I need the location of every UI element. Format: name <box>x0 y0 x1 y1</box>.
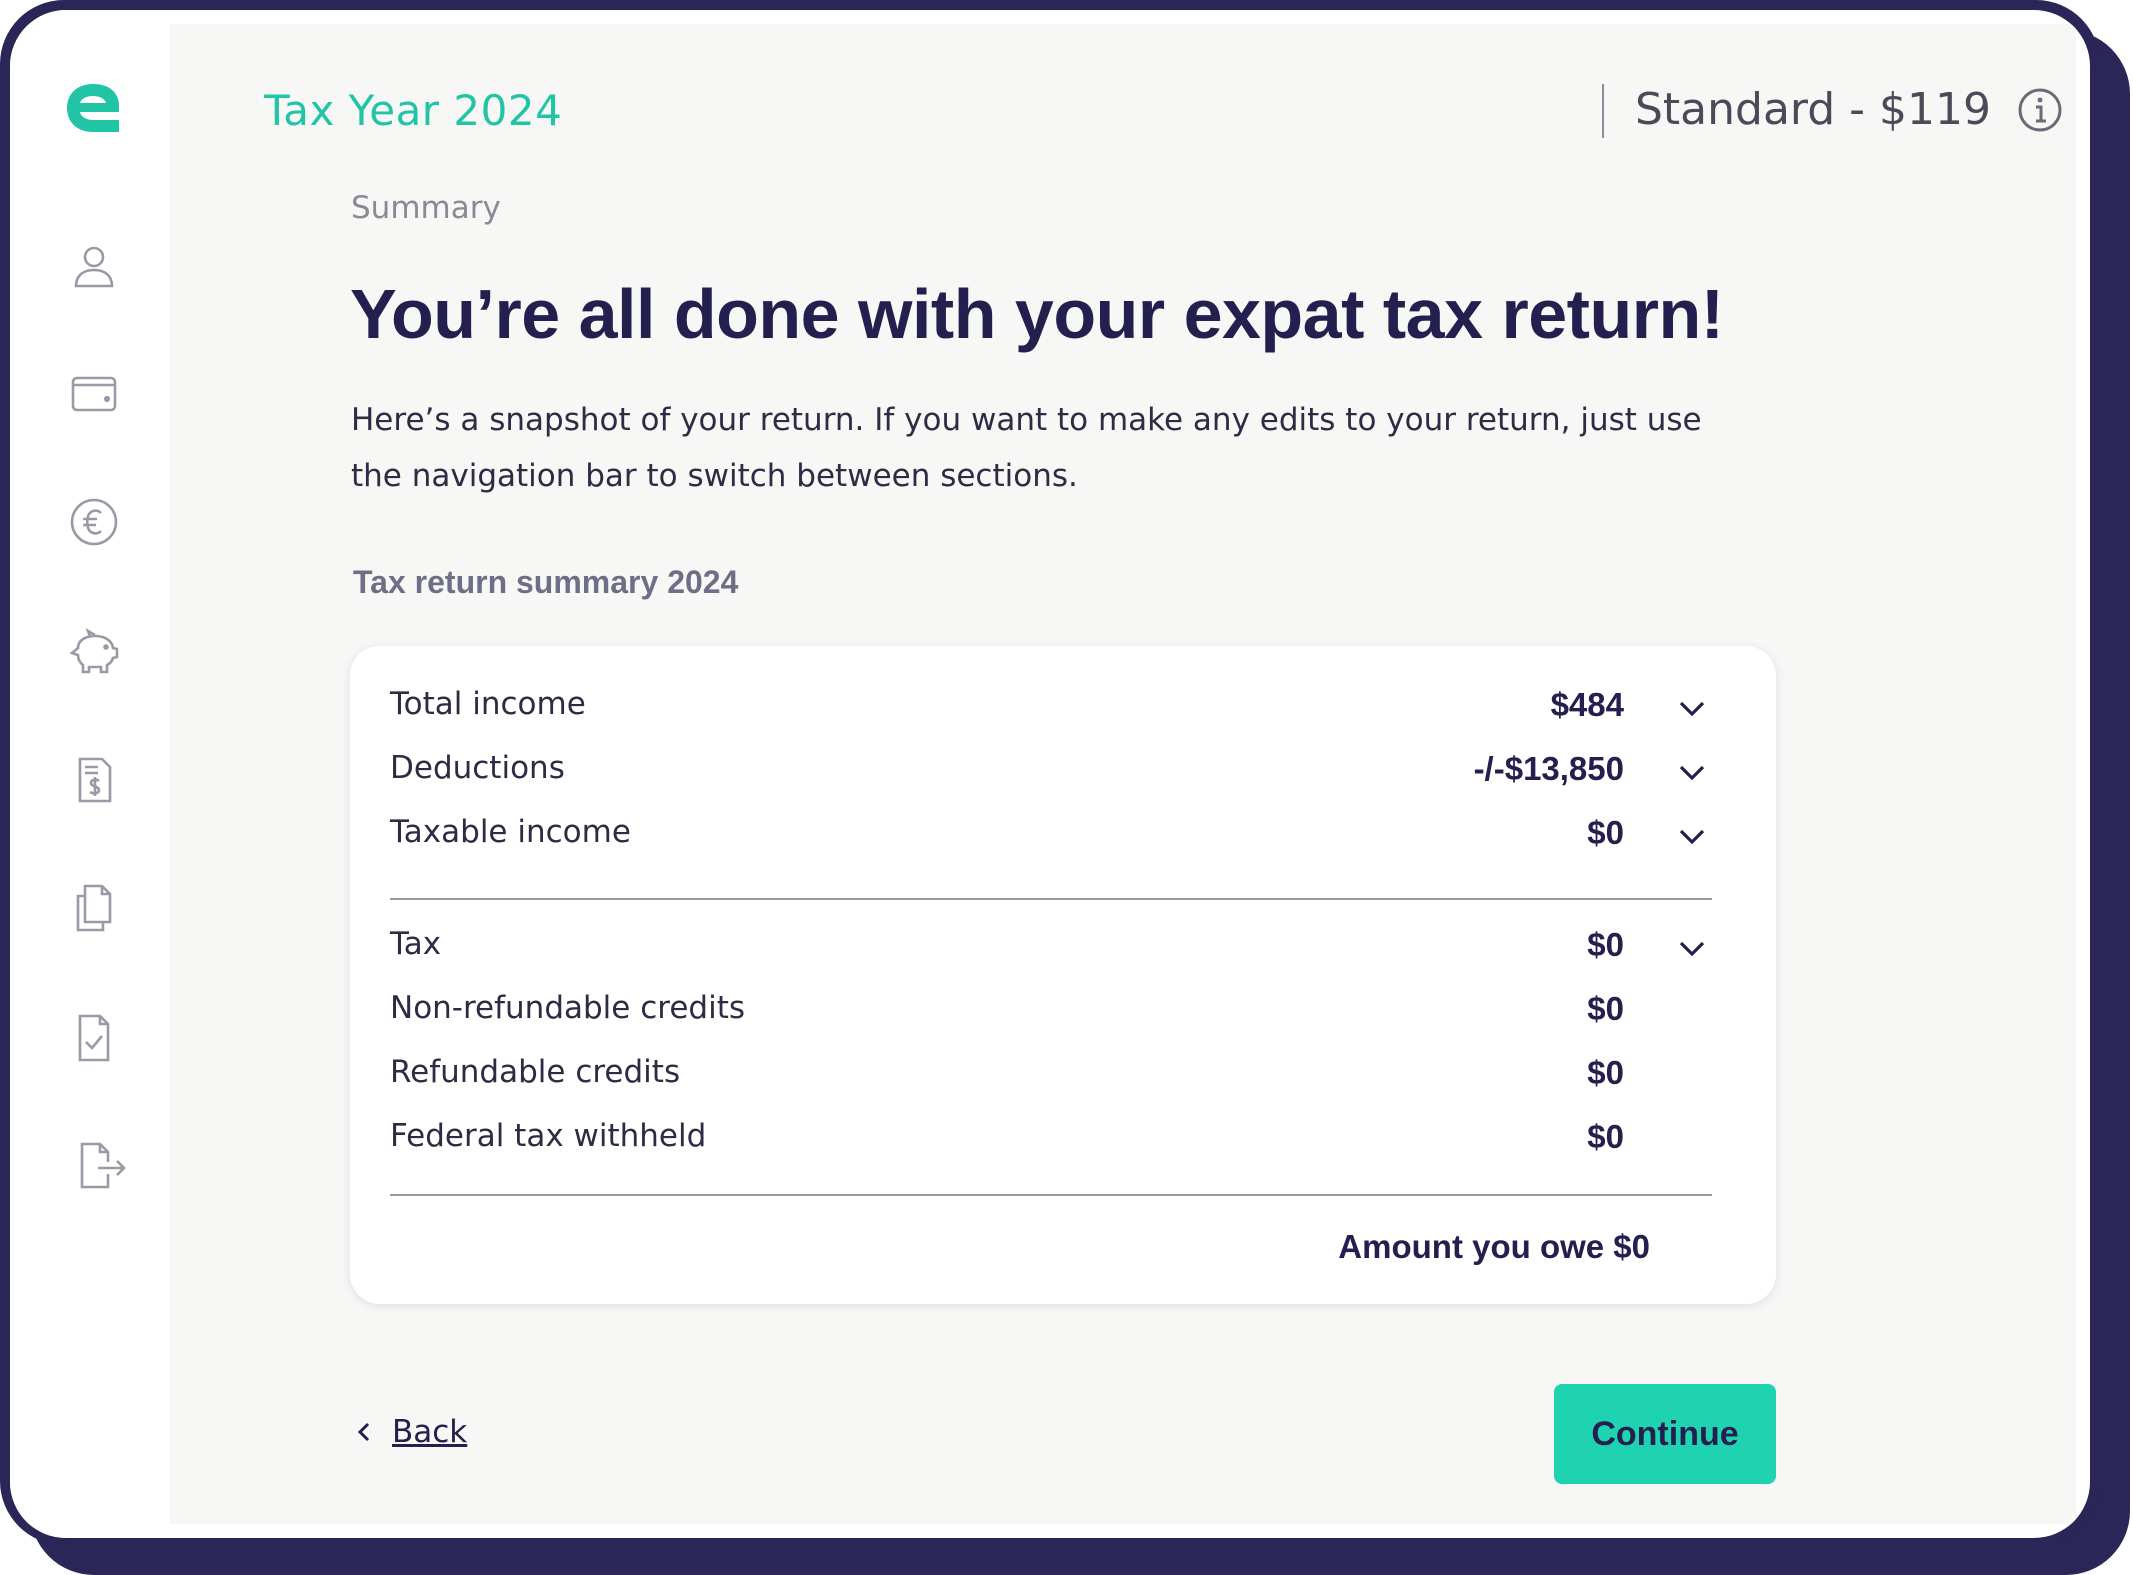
logo-icon <box>67 84 119 132</box>
amount-owed: Amount you owe $0 <box>1338 1228 1650 1265</box>
summary-row-non-refundable-credits: Non-refundable credits $0 <box>390 990 1710 1040</box>
sidebar-item-deductions[interactable] <box>64 750 124 810</box>
chevron-down-icon[interactable] <box>1674 754 1710 790</box>
intro-text: Here’s a snapshot of your return. If you… <box>351 402 1702 494</box>
sidebar-item-income[interactable] <box>64 364 124 424</box>
row-value: $0 <box>1587 814 1624 851</box>
summary-divider <box>390 1194 1712 1196</box>
row-label: Taxable income <box>390 814 631 850</box>
row-value: $0 <box>1587 990 1624 1027</box>
sidebar-item-savings[interactable] <box>64 622 124 682</box>
checklist-icon <box>78 1014 110 1062</box>
row-label: Federal tax withheld <box>390 1118 707 1154</box>
breadcrumb: Summary <box>351 190 501 226</box>
main-content: Tax Year 2024 Standard - $119 Summary Yo… <box>170 24 2076 1524</box>
row-value: $0 <box>1587 1054 1624 1091</box>
summary-row-deductions[interactable]: Deductions -/-$13,850 <box>390 750 1710 800</box>
summary-row-refundable-credits: Refundable credits $0 <box>390 1054 1710 1104</box>
summary-heading: Tax return summary 2024 <box>353 564 739 600</box>
row-value: $484 <box>1550 686 1624 723</box>
chevron-down-icon[interactable] <box>1674 930 1710 966</box>
row-label: Tax <box>390 926 442 962</box>
summary-row-total-income[interactable]: Total income $484 <box>390 686 1710 736</box>
row-label: Total income <box>390 686 586 722</box>
euro-icon <box>70 498 118 546</box>
device-frame: Tax Year 2024 Standard - $119 Summary Yo… <box>0 0 2100 1545</box>
plan-label: Standard - $119 <box>1635 84 1991 135</box>
chevron-down-icon[interactable] <box>1674 818 1710 854</box>
summary-row-tax[interactable]: Tax $0 <box>390 926 1710 976</box>
info-icon[interactable] <box>2017 87 2063 133</box>
piggy-bank-icon <box>69 628 119 674</box>
sidebar-item-file[interactable] <box>72 1136 132 1196</box>
continue-button[interactable]: Continue <box>1554 1384 1776 1484</box>
chevron-left-icon <box>357 1422 370 1442</box>
wallet-icon <box>71 376 117 412</box>
sidebar-item-review[interactable] <box>64 1008 124 1068</box>
row-value: $0 <box>1587 926 1624 963</box>
sidebar-item-foreign-income[interactable] <box>64 492 124 552</box>
back-link[interactable]: Back <box>354 1414 467 1450</box>
receipt-icon <box>78 757 112 803</box>
row-label: Non-refundable credits <box>390 990 746 1026</box>
summary-divider <box>390 898 1712 900</box>
plan-indicator: Standard - $119 <box>1635 84 2063 135</box>
row-value: -/-$13,850 <box>1473 750 1624 787</box>
header-divider <box>1602 84 1604 138</box>
row-value: $0 <box>1587 1118 1624 1155</box>
row-label: Deductions <box>390 750 565 786</box>
sidebar-item-personal[interactable] <box>64 236 124 296</box>
page-title: You’re all done with your expat tax retu… <box>350 275 1724 353</box>
export-icon <box>80 1142 126 1189</box>
tax-year-title: Tax Year 2024 <box>264 86 563 135</box>
summary-row-taxable-income[interactable]: Taxable income $0 <box>390 814 1710 864</box>
summary-row-federal-tax-withheld: Federal tax withheld $0 <box>390 1118 1710 1168</box>
chevron-down-icon[interactable] <box>1674 690 1710 726</box>
documents-icon <box>76 884 112 932</box>
sidebar-item-documents[interactable] <box>64 878 124 938</box>
app-window: Tax Year 2024 Standard - $119 Summary Yo… <box>10 10 2090 1538</box>
user-icon <box>74 246 114 288</box>
back-label: Back <box>392 1414 468 1450</box>
sidebar <box>10 10 170 1538</box>
row-label: Refundable credits <box>390 1054 681 1090</box>
summary-card: Total income $484 Deductions -/-$13,850 … <box>350 646 1776 1304</box>
